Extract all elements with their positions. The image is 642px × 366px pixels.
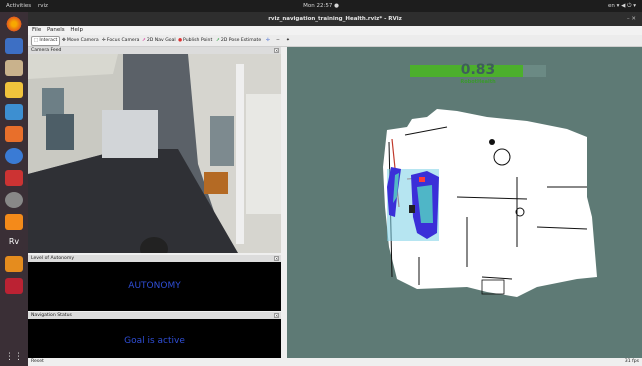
window-controls[interactable]: – ✕: [627, 12, 636, 26]
sublime-icon[interactable]: [5, 214, 23, 230]
focus-icon: ✛: [102, 38, 106, 43]
tool-2d-pose-estimate[interactable]: ➚2D Pose Estimate: [214, 36, 263, 46]
add-tool-button[interactable]: ✢: [264, 36, 272, 46]
tool-publish-point[interactable]: ●Publish Point: [176, 36, 214, 46]
status-bar: Reset 31 fps: [28, 358, 642, 366]
autonomy-panel: Level of Autonomy × AUTONOMY: [28, 255, 281, 311]
arrow-green-icon: ➚: [216, 38, 220, 43]
layers-icon[interactable]: [5, 256, 23, 272]
map-view[interactable]: 0.83 RobotHealth: [287, 47, 642, 358]
terminal-icon[interactable]: [5, 170, 23, 186]
window-titlebar: rviz_navigation_training_Health.rviz* - …: [28, 12, 642, 26]
menu-help[interactable]: Help: [70, 27, 83, 33]
settings-icon[interactable]: [5, 192, 23, 208]
pin-icon: ●: [178, 38, 183, 43]
panel-title: Camera Feed: [31, 48, 62, 53]
camera-feed-panel: Camera Feed ×: [28, 47, 281, 253]
occupancy-map: [383, 109, 597, 297]
tool-properties-button[interactable]: ✦: [284, 36, 292, 46]
fps-indicator: 31 fps: [624, 359, 639, 364]
panel-title: Navigation Status: [31, 313, 72, 318]
autonomy-value: AUTONOMY: [128, 281, 181, 291]
tool-interact[interactable]: ⬚Interact: [31, 36, 61, 46]
tool-2d-nav-goal[interactable]: ➚2D Nav Goal: [140, 36, 178, 46]
mail-icon[interactable]: [5, 38, 23, 54]
tool-bar: ⬚Interact ✥Move Camera ✛Focus Camera ➚2D…: [28, 35, 642, 47]
rviz-icon[interactable]: Rv: [5, 234, 23, 250]
dock: Rv ⋮⋮: [0, 12, 28, 366]
system-tray[interactable]: en ▾ ◀ ⏻ ▾: [608, 0, 636, 12]
clock[interactable]: Mon 22:57 ●: [0, 0, 642, 12]
rviz-window: rviz_navigation_training_Health.rviz* - …: [28, 12, 642, 366]
close-icon[interactable]: ×: [274, 256, 279, 261]
close-icon[interactable]: ×: [274, 48, 279, 53]
show-apps-icon[interactable]: ⋮⋮: [5, 350, 23, 366]
menu-bar: File Panels Help: [28, 26, 642, 35]
cursor-icon: ⬚: [34, 38, 39, 43]
camera-image: [28, 54, 281, 253]
reset-button[interactable]: Reset: [31, 358, 44, 366]
menu-file[interactable]: File: [32, 27, 41, 33]
screenshot-icon[interactable]: [5, 278, 23, 294]
panel-title: Level of Autonomy: [31, 256, 75, 261]
close-icon[interactable]: ×: [274, 313, 279, 318]
files-icon[interactable]: [5, 60, 23, 76]
tool-focus-camera[interactable]: ✛Focus Camera: [100, 36, 141, 46]
navigation-status-value: Goal is active: [124, 336, 185, 346]
help-icon[interactable]: [5, 148, 23, 164]
navigation-status-panel: Navigation Status × Goal is active: [28, 312, 281, 358]
firefox-icon[interactable]: [5, 16, 23, 32]
remove-tool-button[interactable]: −: [274, 36, 282, 46]
system-top-bar: Activities rviz Mon 22:57 ● en ▾ ◀ ⏻ ▾: [0, 0, 642, 12]
software-center-icon[interactable]: [5, 126, 23, 142]
menu-panels[interactable]: Panels: [47, 27, 65, 33]
panel-header: Level of Autonomy ×: [28, 255, 281, 262]
document-icon[interactable]: [5, 104, 23, 120]
panel-header: Navigation Status ×: [28, 312, 281, 319]
arrow-pink-icon: ➚: [142, 38, 146, 43]
move-icon: ✥: [62, 38, 66, 43]
panel-header: Camera Feed ×: [28, 47, 281, 54]
music-icon[interactable]: [5, 82, 23, 98]
window-title: rviz_navigation_training_Health.rviz* - …: [268, 16, 402, 22]
tool-move-camera[interactable]: ✥Move Camera: [60, 36, 101, 46]
